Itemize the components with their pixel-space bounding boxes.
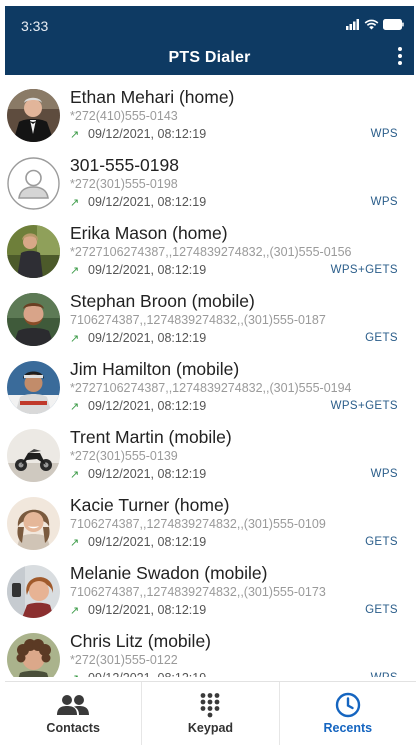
- call-timestamp: 09/12/2021, 08:12:19: [88, 399, 207, 413]
- dialed-number: 7106274387,,1274839274832,,(301)555-0187: [70, 313, 326, 327]
- avatar[interactable]: [7, 497, 60, 550]
- app-bar: 3:33 PTS Dialer: [5, 6, 414, 75]
- dialed-number: 7106274387,,1274839274832,,(301)555-0109: [70, 517, 326, 531]
- avatar[interactable]: [7, 633, 60, 677]
- call-timestamp: 09/12/2021, 08:12:19: [88, 467, 207, 481]
- outgoing-call-arrow-icon: ↗: [70, 672, 88, 678]
- call-timestamp: 09/12/2021, 08:12:19: [88, 671, 206, 677]
- battery-icon: [383, 19, 404, 30]
- contact-name: Jim Hamilton (mobile): [70, 359, 240, 379]
- recent-call-row[interactable]: Jim Hamilton (mobile) *2727106274387,,127…: [0, 355, 419, 423]
- more-vertical-icon[interactable]: [392, 44, 408, 68]
- avatar[interactable]: [7, 157, 60, 210]
- status-time: 3:33: [21, 18, 49, 34]
- call-timestamp: 09/12/2021, 08:12:19: [88, 195, 207, 209]
- call-timestamp: 09/12/2021, 08:12:19: [88, 535, 207, 549]
- outgoing-call-arrow-icon: ↗: [70, 400, 80, 413]
- tab-recents-label: Recents: [323, 721, 373, 735]
- recents-list[interactable]: Ethan Mehari (home) *272(410)555-0143 ↗ 09/…: [0, 83, 419, 677]
- contacts-people-icon: [56, 692, 90, 718]
- priority-service-badge: WPS+GETS: [330, 400, 398, 412]
- recent-call-row[interactable]: Kacie Turner (home) 7106274387,,127483927…: [0, 491, 419, 559]
- priority-service-badge: GETS: [365, 332, 398, 344]
- avatar[interactable]: [7, 361, 60, 414]
- dialed-number: *272(301)555-0122: [70, 653, 178, 667]
- contact-name: Erika Mason (home): [70, 223, 228, 243]
- contact-name: Chris Litz (mobile): [70, 631, 211, 651]
- avatar[interactable]: [7, 565, 60, 618]
- priority-service-badge: WPS: [370, 468, 398, 480]
- avatar[interactable]: [7, 293, 60, 346]
- dialed-number: 7106274387,,1274839274832,,(301)555-0173: [70, 585, 326, 599]
- avatar[interactable]: [7, 89, 60, 142]
- contact-name: 301-555-0198: [70, 155, 179, 175]
- dialed-number: *272(301)555-0198: [70, 177, 178, 191]
- dialpad-icon: [199, 692, 221, 718]
- tab-keypad[interactable]: Keypad: [142, 682, 280, 745]
- bottom-nav: Contacts Keypad Recents: [5, 681, 416, 745]
- recent-call-row[interactable]: 301-555-0198 *272(301)555-0198 ↗ 09/12/2021…: [0, 151, 419, 219]
- tab-keypad-label: Keypad: [187, 721, 234, 735]
- recent-call-row[interactable]: Chris Litz (mobile) *272(301)555-0122 ↗09/…: [0, 627, 419, 677]
- status-icons: [346, 19, 404, 30]
- avatar[interactable]: [7, 225, 60, 278]
- contact-name: Trent Martin (mobile): [70, 427, 232, 447]
- call-timestamp: 09/12/2021, 08:12:19: [88, 263, 207, 277]
- wifi-icon: [364, 19, 379, 30]
- priority-service-badge: WPS+GETS: [330, 264, 398, 276]
- priority-service-badge: WPS: [371, 672, 398, 677]
- outgoing-call-arrow-icon: ↗: [70, 196, 80, 209]
- priority-service-badge: WPS: [370, 128, 398, 140]
- outgoing-call-arrow-icon: ↗: [70, 604, 80, 617]
- outgoing-call-arrow-icon: ↗: [70, 332, 80, 345]
- contact-name: Kacie Turner (home): [70, 495, 230, 515]
- outgoing-call-arrow-icon: ↗: [70, 468, 80, 481]
- tab-contacts[interactable]: Contacts: [5, 682, 143, 745]
- priority-service-badge: GETS: [365, 536, 398, 548]
- tab-recents[interactable]: Recents: [280, 682, 416, 745]
- recent-call-row[interactable]: Erika Mason (home) *2727106274387,,127483…: [0, 219, 419, 287]
- recent-call-row[interactable]: Ethan Mehari (home) *272(410)555-0143 ↗ 09/…: [0, 83, 419, 151]
- dialed-number: *272(301)555-0139: [70, 449, 178, 463]
- outgoing-call-arrow-icon: ↗: [70, 264, 80, 277]
- dialed-number: *2727106274387,,1274839274832,,(301)555-…: [70, 245, 352, 259]
- outgoing-call-arrow-icon: ↗: [70, 128, 80, 141]
- contact-name: Ethan Mehari (home): [70, 87, 235, 107]
- recent-call-row[interactable]: Stephan Broon (mobile) 7106274387,,127483…: [0, 287, 419, 355]
- outgoing-call-arrow-icon: ↗: [70, 536, 80, 549]
- signal-icon: [346, 19, 359, 30]
- app-title: PTS Dialer: [168, 49, 251, 66]
- priority-service-badge: GETS: [365, 604, 398, 616]
- call-timestamp: 09/12/2021, 08:12:19: [88, 127, 207, 141]
- recent-call-row[interactable]: Melanie Swadon (mobile) 7106274387,,12748…: [0, 559, 419, 627]
- call-timestamp: 09/12/2021, 08:12:19: [88, 603, 207, 617]
- call-timestamp: 09/12/2021, 08:12:19: [88, 331, 207, 345]
- contact-name: Stephan Broon (mobile): [70, 291, 255, 311]
- priority-service-badge: WPS: [370, 196, 398, 208]
- contact-name: Melanie Swadon (mobile): [70, 563, 268, 583]
- avatar[interactable]: [7, 429, 60, 482]
- clock-icon: [335, 692, 361, 718]
- dialed-number: *272(410)555-0143: [70, 109, 178, 123]
- dialed-number: *2727106274387,,1274839274832,,(301)555-…: [70, 381, 352, 395]
- recent-call-row[interactable]: Trent Martin (mobile) *272(301)555-0139 ↗ 0…: [0, 423, 419, 491]
- tab-contacts-label: Contacts: [46, 721, 100, 735]
